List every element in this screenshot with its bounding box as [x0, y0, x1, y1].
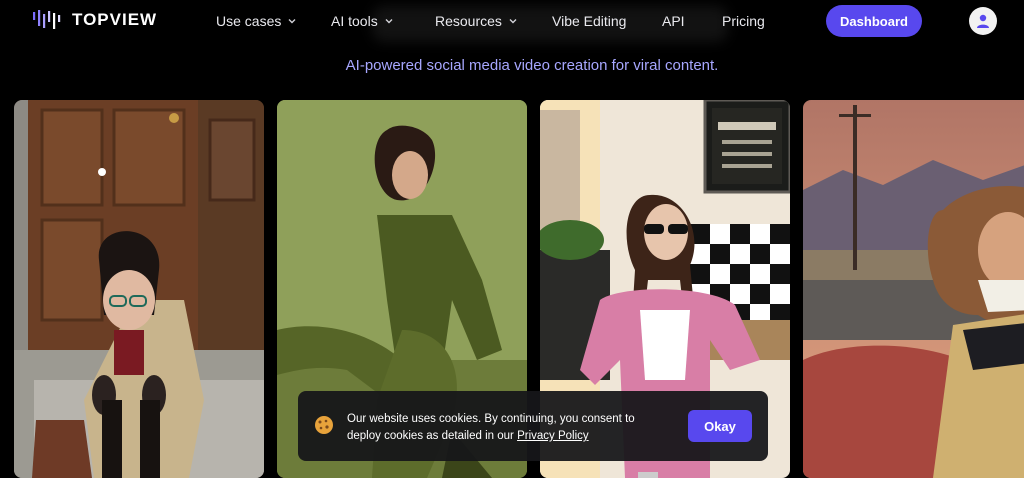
logo-text: TOPVIEW	[72, 10, 158, 29]
okay-button[interactable]: Okay	[688, 410, 752, 442]
nav-item-label: Use cases	[216, 13, 282, 29]
avatar[interactable]	[969, 7, 997, 35]
cookie-message: Our website uses cookies. By continuing,…	[347, 411, 657, 445]
nav-item-label: AI tools	[331, 13, 378, 29]
video-card[interactable]	[14, 100, 264, 478]
nav-item-label: Pricing	[722, 13, 765, 29]
blurred-region	[372, 6, 728, 42]
cookie-banner: Our website uses cookies. By continuing,…	[298, 391, 768, 461]
video-card[interactable]	[803, 100, 1024, 478]
nav-item-pricing[interactable]: Pricing	[722, 13, 765, 29]
logo-mark-icon	[33, 10, 61, 29]
privacy-policy-link[interactable]: Privacy Policy	[517, 430, 589, 442]
cookie-message-text: Our website uses cookies. By continuing,…	[347, 413, 635, 442]
video-thumbnail-icon	[803, 100, 1024, 478]
hero-tagline: AI-powered social media video creation f…	[345, 57, 719, 74]
chevron-down-icon	[288, 19, 296, 24]
topview-logo[interactable]: TOPVIEW	[32, 10, 157, 30]
dashboard-button[interactable]: Dashboard	[826, 5, 922, 37]
nav-item-use-cases[interactable]: Use cases	[216, 13, 296, 29]
user-icon	[977, 14, 989, 28]
top-navigation-bar: TOPVIEW Use cases AI tools Resources Vib…	[0, 0, 1024, 44]
cookie-icon	[315, 416, 333, 434]
video-thumbnail-icon	[14, 100, 264, 478]
